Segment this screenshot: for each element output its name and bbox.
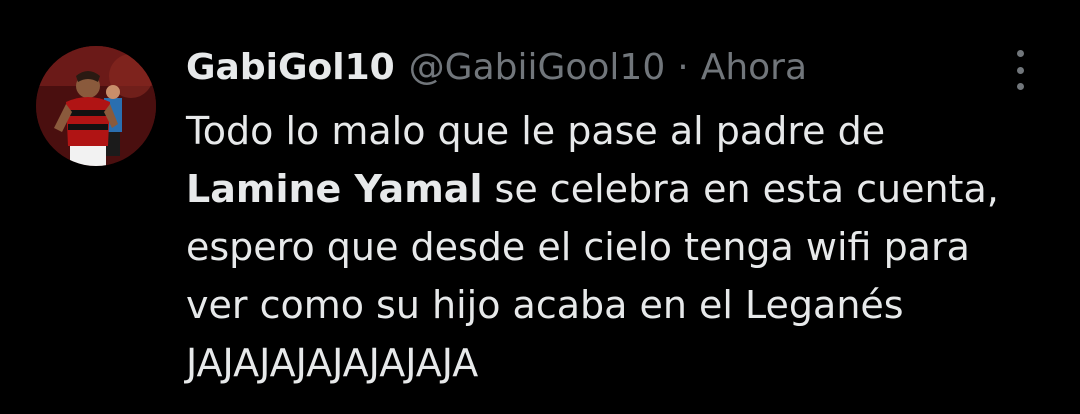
tweet-text: Todo lo malo que le pase al padre de Lam… — [186, 102, 1066, 392]
tweet-text-line: espero que desde el cielo tenga wifi par… — [186, 225, 970, 269]
tweet-text-line: Lamine Yamal se celebra en esta cuenta, — [186, 160, 1066, 218]
tweet-text-line: JAJAJAJAJAJAJAJA — [186, 341, 479, 385]
bold-name: Lamine Yamal — [186, 167, 483, 211]
tweet[interactable]: GabiGol10 @GabiiGool10 · Ahora Todo lo m… — [0, 0, 1080, 414]
tweet-text-line: ver como su hijo acaba en el Leganés — [186, 283, 904, 327]
more-dot — [1016, 83, 1024, 90]
separator-dot: · — [677, 47, 689, 88]
tweet-text-fragment: se celebra en esta cuenta, — [482, 167, 999, 211]
tweet-header: GabiGol10 @GabiiGool10 · Ahora — [186, 42, 807, 94]
avatar-image — [36, 46, 156, 166]
more-dot — [1016, 66, 1024, 74]
tweet-text-line: Todo lo malo que le pase al padre de — [186, 109, 886, 153]
more-dot — [1016, 50, 1024, 57]
display-name[interactable]: GabiGol10 — [186, 42, 395, 94]
user-handle[interactable]: @GabiiGool10 — [409, 42, 666, 94]
avatar[interactable] — [36, 46, 156, 166]
more-vertical-icon[interactable] — [1006, 50, 1034, 90]
timestamp[interactable]: Ahora — [701, 42, 807, 94]
